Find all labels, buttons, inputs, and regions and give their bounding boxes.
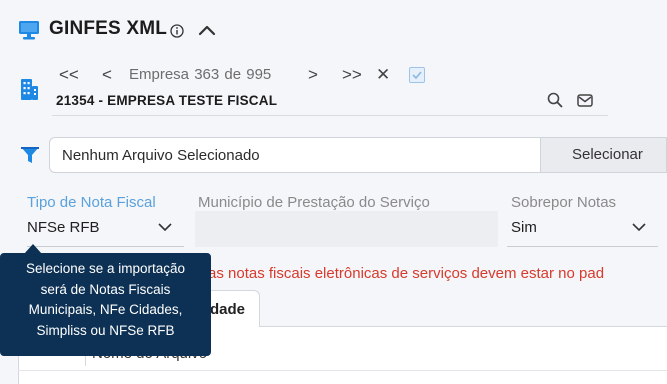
municipio-label: Município de Prestação do Serviço (198, 194, 430, 211)
chevron-down-icon[interactable] (158, 222, 172, 232)
tooltip-line: Simpliss ou NFSe RFB (36, 322, 175, 338)
tooltip-line: Municipais, NFe Cidades, (28, 302, 183, 317)
sobrepor-label: Sobrepor Notas (511, 194, 617, 211)
first-record-button[interactable]: << (59, 66, 79, 84)
tooltip-line: Selecione se a importação (25, 261, 186, 276)
info-icon[interactable] (170, 24, 184, 38)
tipo-nota-value[interactable]: NFSe RFB (27, 219, 100, 236)
next-record-button[interactable]: > (308, 66, 318, 84)
file-input-value: Nenhum Arquivo Selecionado (62, 147, 260, 164)
company-name[interactable]: 21354 - EMPRESA TESTE FISCAL (56, 93, 277, 108)
close-button[interactable]: ✕ (376, 65, 390, 85)
filter-icon[interactable] (19, 144, 41, 166)
tipo-nota-label: Tipo de Nota Fiscal (27, 194, 156, 211)
page-title: GINFES XML (49, 18, 168, 39)
mail-icon[interactable] (577, 94, 593, 107)
last-record-button[interactable]: >> (342, 66, 362, 84)
computer-icon (19, 21, 39, 40)
municipio-field[interactable] (195, 211, 498, 247)
select-file-button[interactable]: Selecionar (541, 137, 667, 173)
sobrepor-underline (507, 246, 658, 247)
sobrepor-value[interactable]: Sim (511, 219, 537, 236)
record-counter: Empresa 363 de 995 (129, 66, 272, 83)
building-icon (21, 79, 38, 100)
chevron-down-icon[interactable] (632, 222, 646, 232)
tipo-nota-underline (27, 246, 184, 247)
chevron-up-icon[interactable] (198, 23, 216, 37)
table-row (18, 370, 667, 371)
checkbox-icon[interactable] (409, 67, 425, 83)
search-icon[interactable] (547, 92, 563, 108)
tooltip: Selecione se a importação será de Notas … (0, 253, 211, 356)
company-underline (52, 115, 608, 116)
previous-record-button[interactable]: < (102, 66, 112, 84)
tooltip-line: será de Notas Fiscais (40, 281, 171, 297)
error-message: as notas fiscais eletrônicas de serviços… (208, 265, 605, 282)
